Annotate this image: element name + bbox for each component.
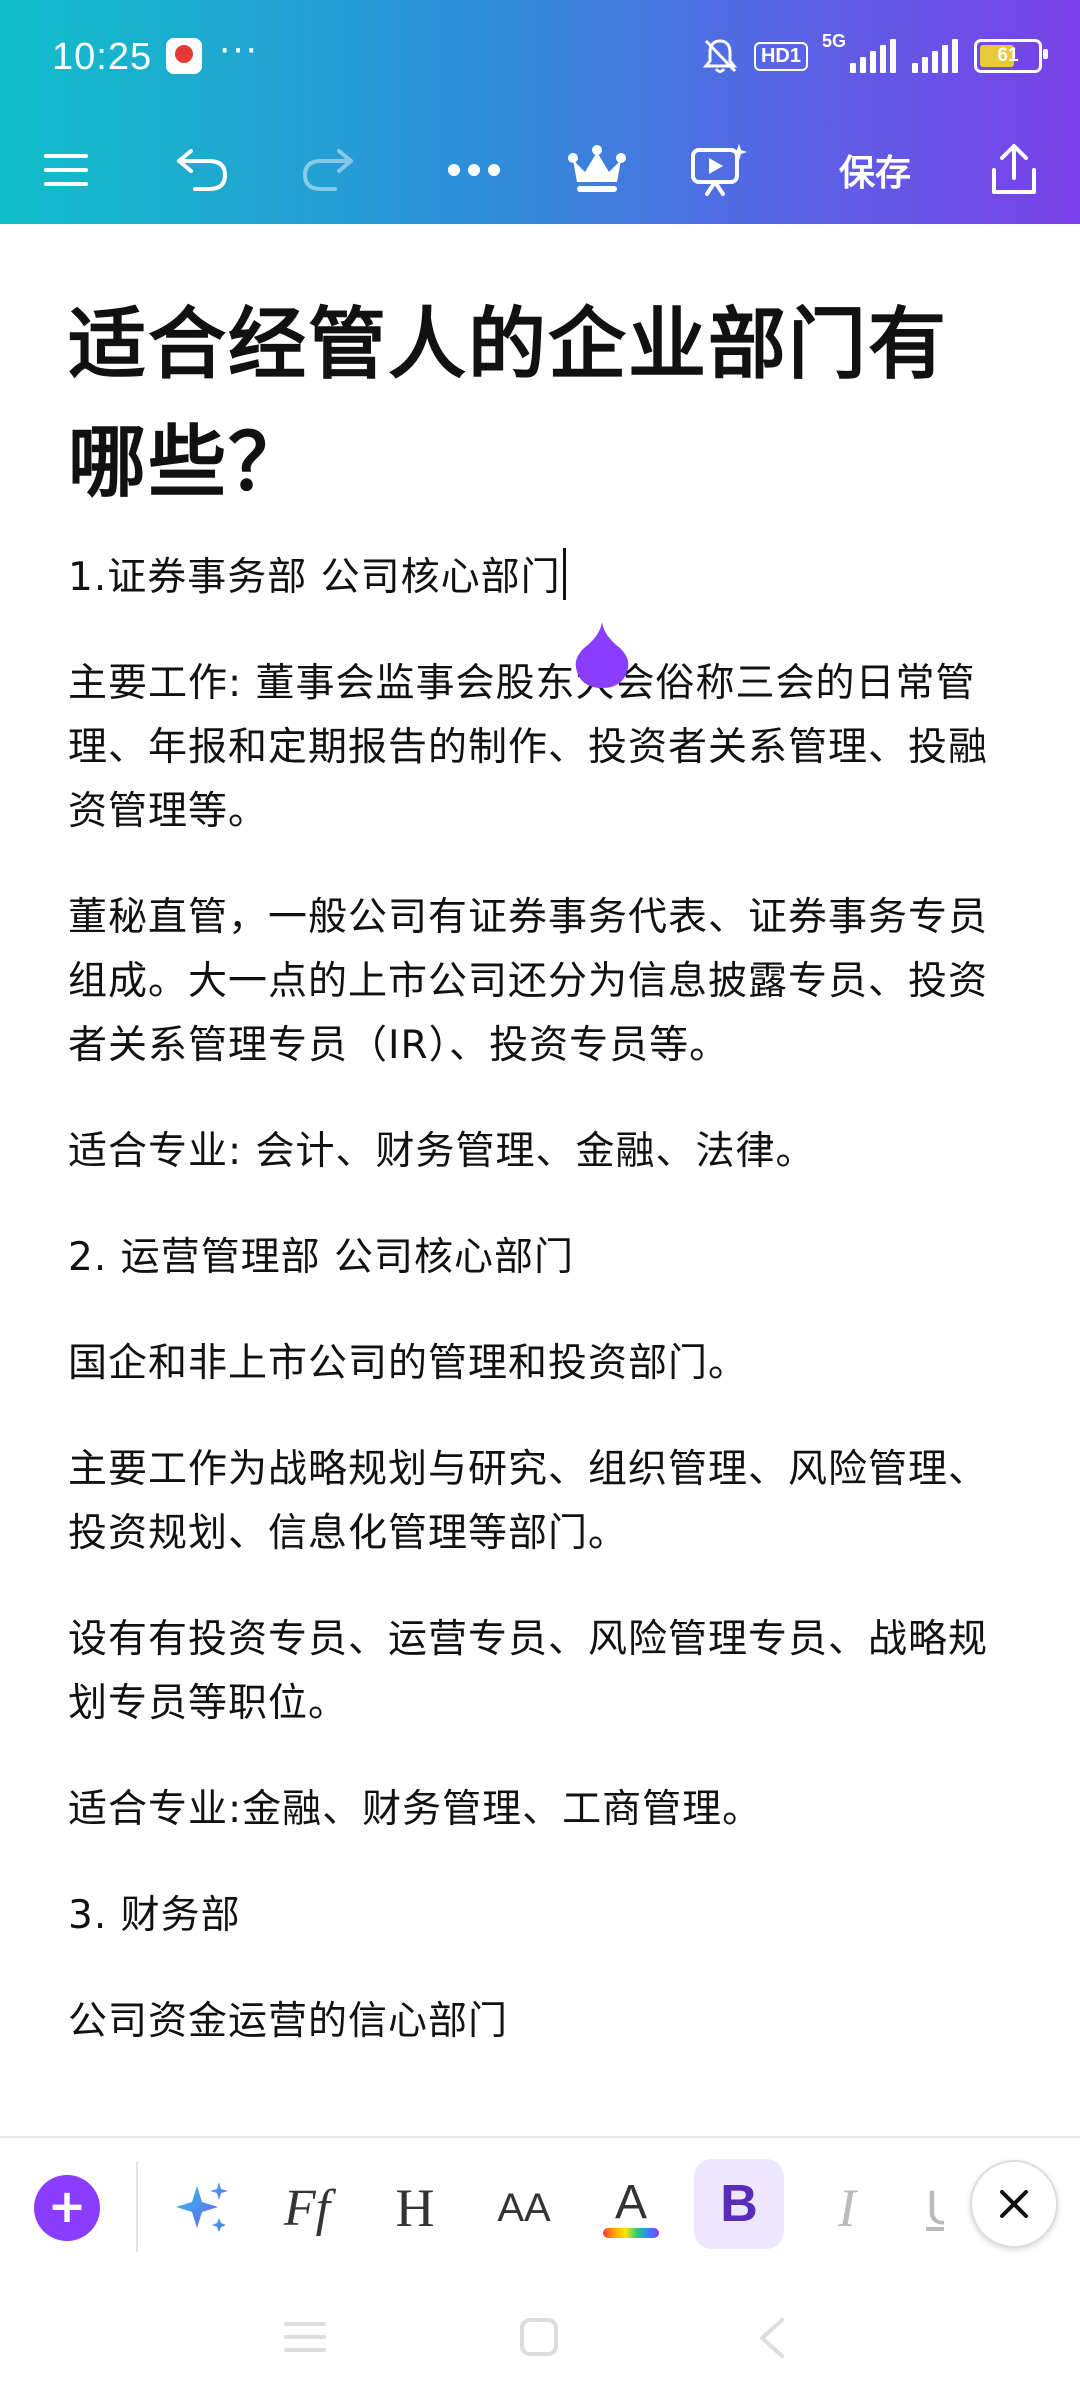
signal-5g: 5G: [822, 31, 896, 73]
save-label: 保存: [838, 153, 911, 194]
save-button[interactable]: 保存: [820, 130, 930, 210]
more-button[interactable]: [444, 130, 504, 210]
home-icon[interactable]: [518, 2316, 560, 2358]
menu-button[interactable]: [36, 130, 96, 210]
bold-label: B: [720, 2175, 758, 2233]
back-icon[interactable]: [756, 2316, 788, 2360]
heading-button[interactable]: H: [380, 2168, 450, 2248]
document-title[interactable]: 适合经管人的企业部门有哪些？: [68, 286, 1008, 522]
status-bar: 10:25 ··· HD1 5G 61: [0, 0, 1080, 118]
italic-label: I: [838, 2178, 856, 2238]
crown-icon: [568, 145, 626, 192]
redo-button[interactable]: [294, 130, 364, 210]
doc-paragraph[interactable]: 主要工作为战略规划与研究、组织管理、风险管理、投资规划、信息化管理等部门。: [68, 1438, 1008, 1566]
font-family-button[interactable]: Ff: [272, 2168, 342, 2248]
toolbar-divider: [136, 2162, 138, 2252]
app-header: 10:25 ··· HD1 5G 61 保存: [0, 0, 1080, 224]
cursor-drag-handle[interactable]: [574, 622, 630, 690]
status-right-group: HD1 5G 61: [702, 31, 1048, 78]
doc-paragraph[interactable]: 2. 运营管理部 公司核心部门: [68, 1226, 1008, 1290]
heading-label: H: [395, 2178, 435, 2238]
status-more-dots: ···: [218, 26, 258, 70]
map-notification-icon: [166, 38, 202, 74]
underline-button[interactable]: U: [926, 2168, 944, 2248]
mute-bell-icon: [702, 39, 738, 73]
close-circle: [970, 2160, 1058, 2248]
editor-toolbar: 保存: [0, 118, 1080, 224]
recent-apps-icon[interactable]: [282, 2318, 328, 2356]
status-time: 10:25: [52, 36, 153, 78]
hd-voice-badge: HD1: [753, 41, 808, 71]
share-button[interactable]: [984, 130, 1044, 210]
doc-paragraph[interactable]: 适合专业:金融、财务管理、工商管理。: [68, 1778, 1008, 1842]
font-size-button[interactable]: AA: [486, 2168, 562, 2248]
doc-paragraph[interactable]: 主要工作: 董事会监事会股东大会俗称三会的日常管理、年报和定期报告的制作、投资者…: [68, 652, 1008, 844]
document-body[interactable]: 适合经管人的企业部门有哪些？ 1.证券事务部 公司核心部门 主要工作: 董事会监…: [68, 286, 1008, 2096]
system-nav-bar: [0, 2276, 1080, 2400]
premium-button[interactable]: [564, 130, 630, 210]
network-type-label: 5G: [822, 31, 847, 51]
doc-paragraph[interactable]: 公司资金运营的信心部门: [68, 1990, 1008, 2054]
presentation-icon: [691, 144, 747, 196]
ai-magic-button[interactable]: [168, 2168, 238, 2248]
close-icon: [1000, 2190, 1028, 2218]
rainbow-color-bar: [603, 2228, 659, 2238]
undo-button[interactable]: [166, 130, 236, 210]
hamburger-menu-icon: [44, 154, 88, 186]
add-button[interactable]: +: [32, 2168, 102, 2248]
doc-paragraph[interactable]: 1.证券事务部 公司核心部门: [68, 546, 1008, 610]
redo-icon: [303, 149, 353, 191]
font-family-label: Ff: [283, 2179, 331, 2237]
battery-level: 61: [997, 45, 1019, 66]
doc-paragraph[interactable]: 国企和非上市公司的管理和投资部门。: [68, 1332, 1008, 1396]
close-format-button[interactable]: [970, 2160, 1058, 2248]
doc-paragraph[interactable]: 适合专业: 会计、财务管理、金融、法律。: [68, 1120, 1008, 1184]
text-color-label: A: [614, 2176, 647, 2229]
battery-icon: 61: [974, 39, 1048, 73]
doc-paragraph[interactable]: 设有有投资专员、运营专员、风险管理专员、战略规划专员等职位。: [68, 1608, 1008, 1736]
bold-active-bg: B: [694, 2159, 784, 2249]
doc-paragraph[interactable]: 3. 财务部: [68, 1884, 1008, 1948]
undo-icon: [177, 149, 227, 191]
doc-paragraph-text: 1.证券事务部 公司核心部门: [68, 555, 561, 600]
format-toolbar: + Ff H AA A B I U: [0, 2136, 1080, 2278]
text-cursor: [562, 548, 566, 600]
doc-paragraph[interactable]: 董秘直管，一般公司有证券事务代表、证券事务专员组成。大一点的上市公司还分为信息披…: [68, 886, 1008, 1078]
add-plus-icon: +: [34, 2175, 100, 2241]
present-button[interactable]: [686, 130, 752, 210]
signal-bars-2-icon: [912, 39, 958, 73]
underline-label: U: [926, 2181, 944, 2235]
sparkle-icon: [176, 2182, 228, 2232]
font-size-label: AA: [497, 2185, 551, 2230]
more-dots-icon: [448, 164, 500, 176]
signal-bars-icon: [850, 39, 896, 73]
italic-button[interactable]: I: [812, 2168, 882, 2248]
bold-button[interactable]: B: [694, 2159, 784, 2249]
share-icon: [992, 144, 1036, 194]
text-color-button[interactable]: A: [596, 2168, 666, 2248]
